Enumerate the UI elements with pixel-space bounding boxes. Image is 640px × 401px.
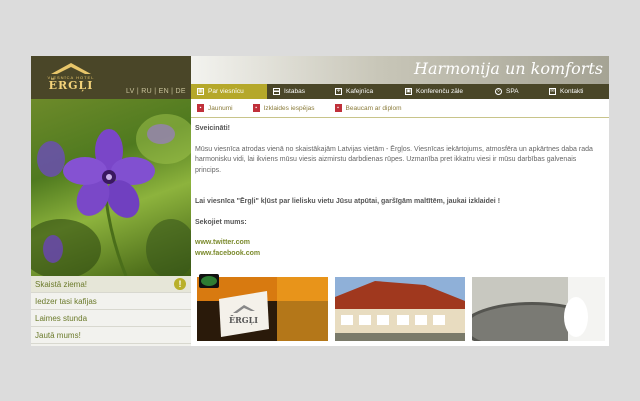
nav-item-cafe[interactable]: Ψ Kafejnīca: [329, 84, 399, 99]
side-item-winter[interactable]: Skaistā ziema! !: [31, 276, 191, 293]
spa-drop-icon: ◊: [495, 88, 502, 95]
nav-label: Kafejnīca: [346, 88, 374, 95]
lang-lv[interactable]: LV: [126, 88, 135, 95]
left-column: VIESNĪCA HOTEL ĒRGĻI LV | RU | EN | DE S…: [31, 56, 191, 346]
side-item-label: Jautā mums!: [35, 331, 81, 340]
pdf-icon: ▪: [334, 104, 342, 112]
side-item-happy-hour[interactable]: Laimes stunda: [31, 310, 191, 327]
language-switcher: LV | RU | EN | DE: [126, 88, 186, 95]
logo-name: ĒRGĻI: [48, 79, 94, 92]
nav-label: SPA: [506, 88, 519, 95]
side-menu: Skaistā ziema! ! Iedzer tasi kafijas Lai…: [31, 276, 191, 346]
nav-label: Kontakti: [560, 88, 584, 95]
bed-icon: ▬: [273, 88, 280, 95]
sub-nav: ▪ Jaunumi ▪ Izklaides iespējas ▪ Beaucam…: [191, 99, 609, 118]
photo-strip: ĒRGĻI: [195, 274, 607, 341]
twitter-link[interactable]: www.twitter.com: [195, 238, 603, 249]
slogan-text: Harmonija un komforts: [414, 59, 603, 78]
nav-item-conference[interactable]: ▣ Konferenču zāle: [399, 84, 489, 99]
nav-label: Konferenču zāle: [416, 88, 463, 95]
lang-ru[interactable]: RU: [141, 88, 152, 95]
hotel-icon: ▦: [197, 88, 204, 95]
pdf-icon: ▪: [252, 104, 260, 112]
subnav-label: Izklaides iespējas: [263, 104, 315, 112]
subnav-item-news[interactable]: ▪ Jaunumi: [197, 104, 233, 112]
lang-de[interactable]: DE: [176, 88, 186, 95]
right-column: Harmonija un komforts ▦ Par viesnīcu ▬ I…: [191, 56, 609, 346]
fork-knife-icon: Ψ: [335, 88, 342, 95]
conference-icon: ▣: [405, 88, 412, 95]
thumb-logo-text: ĒRGĻI: [229, 315, 258, 325]
nav-item-rooms[interactable]: ▬ Istabas: [267, 84, 329, 99]
lang-en[interactable]: EN: [159, 88, 169, 95]
thumb-hotel-building[interactable]: [335, 277, 465, 341]
nav-label: Istabas: [284, 88, 305, 95]
nav-item-about[interactable]: ▦ Par viesnīcu: [191, 84, 267, 99]
website-frame: VIESNĪCA HOTEL ĒRGĻI LV | RU | EN | DE S…: [31, 56, 609, 346]
header-banner: Harmonija un komforts: [191, 56, 609, 84]
invite-text: Lai viesnīca "Ērgļi" kļūst par lielisku …: [195, 198, 501, 205]
nav-item-contacts[interactable]: ✉ Kontakti: [543, 84, 609, 99]
tripadvisor-icon[interactable]: [199, 274, 219, 288]
subnav-item-diploma[interactable]: ▪ Beaucam ar diplom: [334, 104, 402, 112]
header-logo-area: VIESNĪCA HOTEL ĒRGĻI LV | RU | EN | DE: [31, 56, 191, 99]
facebook-link[interactable]: www.facebook.com: [195, 249, 603, 260]
hotel-logo[interactable]: VIESNĪCA HOTEL ĒRGĻI: [43, 61, 99, 95]
side-item-label: Skaistā ziema!: [35, 280, 88, 289]
flower-photo: [31, 99, 191, 276]
main-content: Sveicināti! Mūsu viesnīca atrodas vienā …: [195, 124, 603, 259]
main-nav: ▦ Par viesnīcu ▬ Istabas Ψ Kafejnīca ▣ K…: [191, 84, 609, 99]
nav-item-spa[interactable]: ◊ SPA: [489, 84, 543, 99]
subnav-label: Beaucam ar diplom: [345, 104, 402, 112]
mountain-logo-icon: [51, 63, 91, 74]
pdf-icon: ▪: [197, 104, 204, 112]
exclamation-icon: !: [174, 278, 186, 290]
nav-label: Par viesnīcu: [208, 88, 244, 95]
greeting-heading: Sveicināti!: [195, 125, 231, 132]
thumb-spa-interior[interactable]: [472, 277, 605, 341]
side-item-ask-us[interactable]: Jautā mums!: [31, 327, 191, 344]
subnav-label: Jaunumi: [208, 104, 233, 112]
side-item-label: Laimes stunda: [35, 314, 88, 323]
side-item-label: Iedzer tasi kafijas: [35, 297, 97, 306]
follow-heading: Sekojiet mums:: [195, 218, 247, 226]
intro-paragraph: Mūsu viesnīca atrodas vienā no skaistāka…: [195, 145, 593, 174]
subnav-item-entertainment[interactable]: ▪ Izklaides iespējas: [252, 104, 315, 112]
side-item-coffee[interactable]: Iedzer tasi kafijas: [31, 293, 191, 310]
envelope-icon: ✉: [549, 88, 556, 95]
